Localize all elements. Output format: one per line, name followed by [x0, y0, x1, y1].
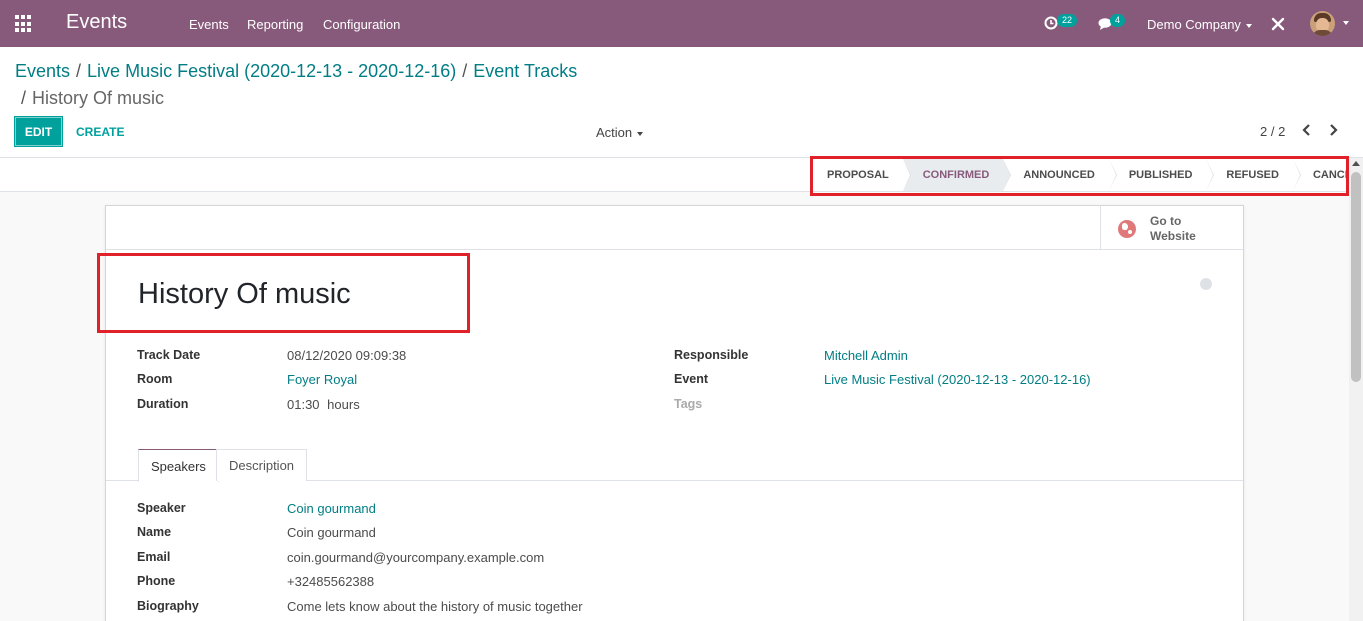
user-menu[interactable] [1310, 0, 1350, 47]
breadcrumb-current-line: / History Of music [21, 88, 165, 108]
name-value: Coin gourmand [287, 525, 376, 540]
activity-count-badge: 22 [1057, 14, 1078, 27]
go-to-website-button[interactable]: Go to Website [1100, 206, 1243, 249]
company-name: Demo Company [1147, 17, 1241, 32]
pager-previous-button[interactable] [1300, 122, 1314, 138]
top-navbar: Events Events Reporting Configuration 22… [0, 0, 1363, 47]
stage-published[interactable]: PUBLISHED [1108, 159, 1215, 191]
name-label: Name [137, 525, 172, 539]
tags-field[interactable] [824, 397, 1224, 413]
breadcrumb: Events / Live Music Festival (2020-12-13 -… [15, 61, 578, 81]
debug-tools-button[interactable] [1270, 0, 1286, 47]
activity-button[interactable]: 22 [1042, 0, 1082, 47]
speaker-label: Speaker [137, 501, 186, 515]
chevron-down-icon [1343, 21, 1349, 25]
create-button[interactable]: CREATE [76, 125, 124, 139]
event-label: Event [674, 372, 709, 386]
duration-value: 01:30 hours [287, 397, 360, 412]
tab-speakers[interactable]: Speakers [138, 449, 219, 482]
track-date-label: Track Date [137, 348, 201, 362]
action-dropdown[interactable]: Action [596, 125, 644, 140]
tags-label: Tags [674, 397, 703, 411]
chevron-down-icon [1245, 23, 1252, 28]
responsible-label: Responsible [674, 348, 749, 362]
track-date-value: 08/12/2020 09:09:38 [287, 348, 407, 363]
phone-label: Phone [137, 574, 176, 588]
duration-unit: hours [327, 397, 360, 412]
go-to-website-label: Go to Website [1150, 214, 1196, 243]
form-sheet: Go to Website History Of music Track Dat… [97, 205, 1244, 621]
company-switcher[interactable]: Demo Company [1147, 17, 1252, 32]
phone-value: +32485562388 [287, 574, 375, 589]
message-count-badge: 4 [1110, 14, 1126, 27]
notebook-tabs: Speakers Description [106, 449, 1243, 482]
breadcrumb-event[interactable]: Live Music Festival (2020-12-13 - 2020-1… [87, 61, 456, 81]
chevron-right-icon [1330, 124, 1338, 136]
breadcrumb-event-tracks[interactable]: Event Tracks [473, 61, 577, 81]
messages-button[interactable]: 4 [1096, 0, 1132, 47]
breadcrumb-events[interactable]: Events [15, 61, 70, 81]
room-label: Room [137, 372, 173, 386]
avatar [1310, 11, 1335, 36]
kanban-state-dot[interactable] [1200, 278, 1212, 290]
scrollbar[interactable] [1349, 158, 1363, 621]
room-link[interactable]: Foyer Royal [287, 372, 357, 387]
control-panel: Events / Live Music Festival (2020-12-13 -… [0, 47, 1363, 158]
email-value: coin.gourmand@yourcompany.example.com [287, 550, 545, 565]
menu-events[interactable]: Events [189, 17, 229, 32]
stage-proposal[interactable]: PROPOSAL [813, 159, 911, 191]
scrollbar-thumb[interactable] [1351, 172, 1361, 382]
stage-refused[interactable]: REFUSED [1206, 159, 1301, 191]
biography-value: Come lets know about the history of musi… [287, 599, 583, 614]
apps-menu-icon[interactable] [15, 15, 33, 33]
chevron-down-icon [637, 131, 644, 136]
event-link[interactable]: Live Music Festival (2020-12-13 - 2020-1… [824, 372, 1091, 387]
edit-button[interactable]: EDIT [14, 116, 63, 147]
globe-icon [1118, 220, 1136, 238]
menu-configuration[interactable]: Configuration [323, 17, 400, 32]
track-title: History Of music [138, 278, 351, 310]
button-box: Go to Website [106, 206, 1243, 250]
app-brand[interactable]: Events [66, 11, 127, 34]
scroll-up-arrow-icon[interactable] [1352, 161, 1360, 166]
speaker-link[interactable]: Coin gourmand [287, 501, 376, 516]
biography-label: Biography [137, 599, 199, 613]
tools-icon [1271, 17, 1285, 31]
action-label: Action [596, 125, 633, 140]
duration-label: Duration [137, 397, 189, 411]
menu-reporting[interactable]: Reporting [247, 17, 303, 32]
email-label: Email [137, 550, 171, 564]
stage-confirmed[interactable]: CONFIRMED [902, 159, 1012, 191]
duration-amount: 01:30 [287, 397, 320, 412]
stage-pipeline: PROPOSAL CONFIRMED ANNOUNCED PUBLISHED R… [813, 159, 1363, 191]
stage-announced[interactable]: ANNOUNCED [1003, 159, 1117, 191]
tab-description[interactable]: Description [216, 449, 308, 481]
clock-icon [1044, 16, 1058, 30]
responsible-link[interactable]: Mitchell Admin [824, 348, 908, 363]
pager-value: 2 / 2 [1260, 124, 1286, 139]
breadcrumb-current: History Of music [32, 88, 165, 108]
chevron-left-icon [1302, 124, 1310, 136]
pager-next-button[interactable] [1326, 122, 1340, 138]
